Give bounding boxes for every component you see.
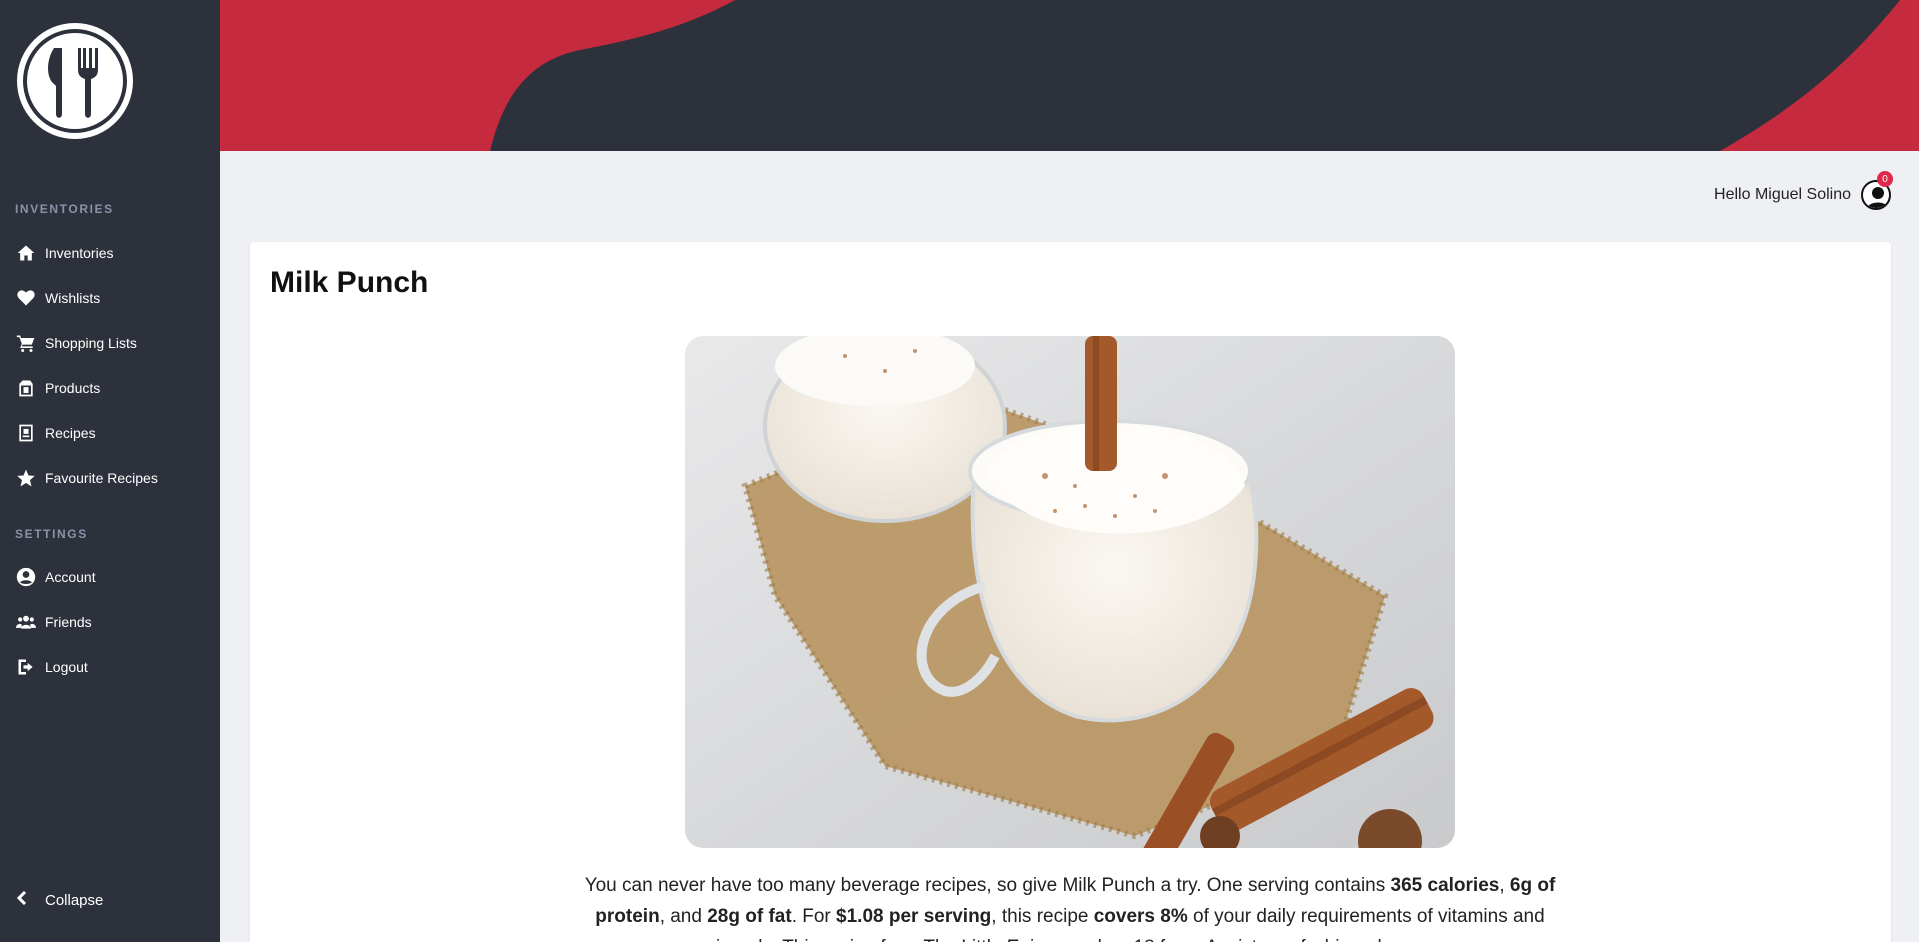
desc-text: , (1499, 875, 1510, 896)
desc-text: . For (791, 906, 837, 927)
home-icon (15, 242, 37, 264)
coverage-value: covers 8% (1093, 906, 1188, 927)
section-title-inventories: INVENTORIES (15, 202, 114, 216)
sidebar-item-recipes[interactable]: Recipes (0, 416, 220, 450)
sidebar-item-label: Logout (45, 659, 88, 675)
sidebar-item-products[interactable]: Products (0, 371, 220, 405)
desc-text: , this recipe (991, 906, 1094, 927)
collapse-label: Collapse (45, 891, 104, 909)
collapse-button[interactable]: Collapse (0, 883, 220, 917)
sidebar-item-label: Favourite Recipes (45, 470, 158, 486)
user-bar: Hello Miguel Solino (1714, 180, 1891, 210)
recipe-photo (685, 336, 1455, 848)
sidebar-item-wishlists[interactable]: Wishlists (0, 281, 220, 315)
calories-value: 365 calories (1390, 875, 1500, 896)
heart-icon (15, 287, 37, 309)
sidebar-item-favourite-recipes[interactable]: Favourite Recipes (0, 461, 220, 495)
recipe-description: You can never have too many beverage rec… (580, 870, 1560, 942)
logout-icon (15, 656, 37, 678)
sidebar-item-label: Wishlists (45, 290, 101, 306)
users-icon (15, 611, 37, 633)
user-greeting: Hello Miguel Solino (1714, 186, 1851, 203)
products-icon (15, 377, 37, 399)
star-icon (15, 467, 37, 489)
desc-text: , and (659, 906, 708, 927)
sidebar-item-label: Account (45, 569, 96, 585)
notification-badge[interactable]: 0 (1877, 171, 1893, 187)
recipe-book-icon (15, 422, 37, 444)
sidebar-item-label: Recipes (45, 425, 96, 441)
sidebar-item-logout[interactable]: Logout (0, 650, 220, 684)
logo-fork-knife-icon[interactable] (14, 20, 136, 142)
sidebar-item-shopping-lists[interactable]: Shopping Lists (0, 326, 220, 360)
recipe-card: Milk Punch You can never have too many b… (250, 242, 1891, 942)
sidebar-item-friends[interactable]: Friends (0, 605, 220, 639)
sidebar-item-label: Shopping Lists (45, 335, 137, 351)
sidebar-item-label: Inventories (45, 245, 114, 261)
section-title-settings: SETTINGS (15, 527, 88, 541)
sidebar: INVENTORIES Inventories Wishlists Shoppi… (0, 0, 220, 942)
page-title: Milk Punch (270, 266, 429, 299)
chevron-left-icon (15, 890, 29, 910)
sidebar-item-label: Products (45, 380, 101, 396)
sidebar-item-label: Friends (45, 614, 92, 630)
cart-icon (15, 332, 37, 354)
banner-wave-decoration (220, 0, 1919, 151)
sidebar-item-inventories[interactable]: Inventories (0, 236, 220, 270)
header-banner (220, 0, 1919, 151)
desc-text: You can never have too many beverage rec… (584, 875, 1391, 896)
price-value: $1.08 per serving (836, 906, 992, 927)
user-circle-icon (15, 566, 37, 588)
sidebar-item-account[interactable]: Account (0, 560, 220, 594)
fat-value: 28g of fat (707, 906, 792, 927)
